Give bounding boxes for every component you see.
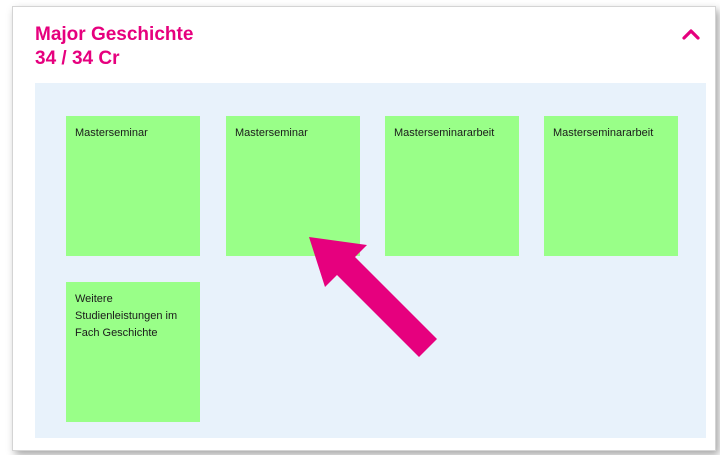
chevron-up-icon (682, 29, 700, 40)
module-label: Weitere Studienleistungen im Fach Geschi… (75, 293, 178, 339)
module-label: Masterseminararbeit (553, 127, 654, 139)
module-tile[interactable]: Masterseminar (226, 116, 360, 256)
module-tile[interactable]: Masterseminararbeit (544, 116, 678, 256)
section-title: Major Geschichte (35, 24, 194, 45)
module-label: Masterseminar (75, 127, 148, 139)
major-section-card: Major Geschichte 34 / 34 Cr Mastersemina… (12, 6, 716, 451)
module-panel: Masterseminar Masterseminar Mastersemina… (35, 83, 706, 438)
module-tile[interactable]: Masterseminar (66, 116, 200, 256)
credits-counter: 34 / 34 Cr (35, 48, 120, 69)
module-tile[interactable]: Weitere Studienleistungen im Fach Geschi… (66, 282, 200, 422)
module-tile[interactable]: Masterseminararbeit (385, 116, 519, 256)
collapse-button[interactable] (679, 23, 703, 47)
module-label: Masterseminararbeit (394, 127, 495, 139)
module-label: Masterseminar (235, 127, 308, 139)
